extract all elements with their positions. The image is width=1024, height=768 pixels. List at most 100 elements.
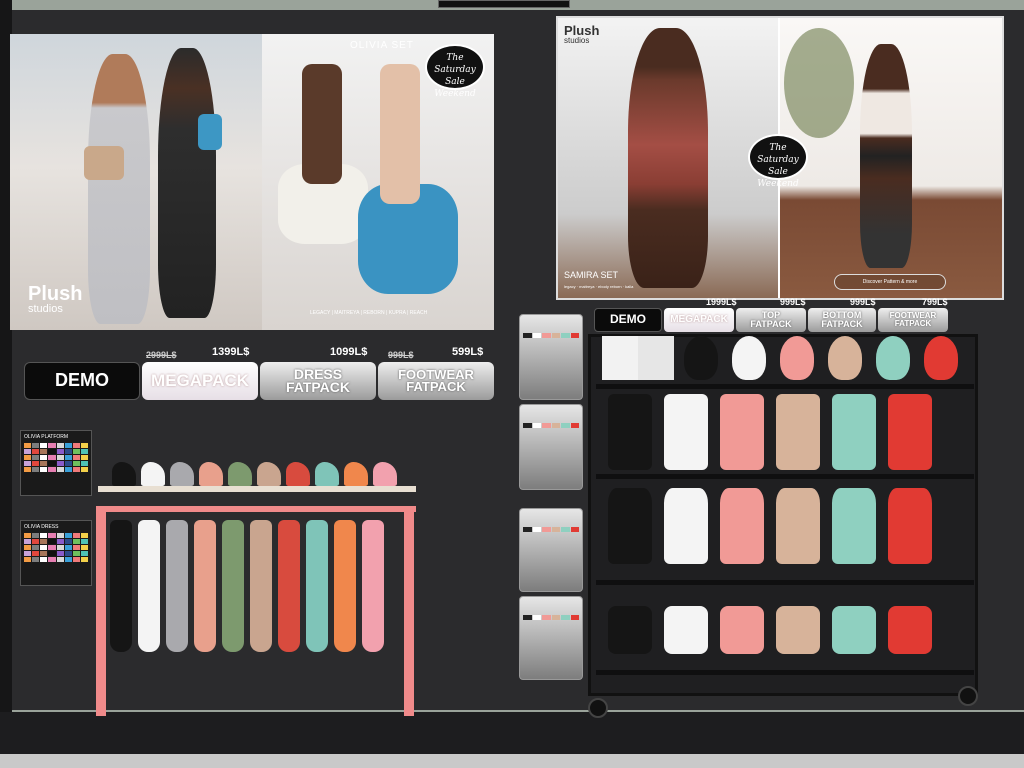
heart-handbag[interactable]	[924, 336, 958, 380]
cabinet-wheel	[588, 698, 608, 718]
samira-top-price: 999L$	[780, 297, 806, 307]
olivia-footwear-fatpack-button[interactable]: FOOTWEAR FATPACK	[378, 362, 494, 400]
swatch-cell	[40, 455, 48, 460]
swatch-cell	[48, 449, 56, 454]
color-hud[interactable]	[519, 596, 583, 680]
olivia-dress-fatpack-button[interactable]: DRESS FATPACK	[260, 362, 376, 400]
olivia-dress[interactable]	[334, 520, 356, 652]
samira-skirt[interactable]	[888, 606, 932, 654]
hud-grid	[523, 615, 579, 620]
samira-mini-poster[interactable]	[602, 336, 674, 380]
samira-skirt[interactable]	[664, 606, 708, 654]
swatch-cell	[32, 455, 40, 460]
swatch-cell	[64, 461, 72, 466]
knee-boot[interactable]	[720, 394, 764, 470]
color-hud[interactable]	[519, 314, 583, 400]
swatch-cell	[64, 443, 72, 448]
samira-megapack-button[interactable]: MEGAPACK	[664, 308, 734, 332]
footwear-old-price: 999L$	[388, 350, 414, 360]
swatch-cell	[24, 455, 32, 460]
cabinet-wheel	[958, 686, 978, 706]
swatch-cell	[48, 545, 56, 550]
heart-handbag[interactable]	[684, 336, 718, 380]
heart-handbag[interactable]	[876, 336, 910, 380]
swatch-cell	[40, 557, 48, 562]
olivia-dress[interactable]	[222, 520, 244, 652]
swatch-cell	[48, 539, 56, 544]
swatch-cell	[24, 461, 32, 466]
heart-handbag[interactable]	[780, 336, 814, 380]
swatch-cell	[48, 551, 56, 556]
hud-grid	[523, 333, 579, 338]
olivia-dress[interactable]	[306, 520, 328, 652]
cabinet-shelf	[596, 670, 974, 675]
swatch-cell	[24, 557, 32, 562]
swatch-cell	[40, 533, 48, 538]
olivia-dress[interactable]	[278, 520, 300, 652]
swatch-cell	[32, 467, 40, 472]
samira-top[interactable]	[608, 488, 652, 564]
samira-top[interactable]	[776, 488, 820, 564]
samira-bottom-fatpack-button[interactable]: BOTTOM FATPACK	[808, 308, 876, 332]
color-hud[interactable]	[519, 404, 583, 490]
olivia-platform-swatch-panel[interactable]: OLIVIA PLATFORM	[20, 430, 92, 496]
swatch-cell	[56, 461, 64, 466]
samira-footwear-fatpack-button[interactable]: FOOTWEAR FATPACK	[878, 308, 948, 332]
swatch-cell	[56, 539, 64, 544]
swatch-cell	[80, 449, 88, 454]
model-figure	[158, 48, 216, 318]
olivia-demo-button[interactable]: DEMO	[24, 362, 140, 400]
swatch-cell	[24, 449, 32, 454]
leg-image	[302, 64, 342, 184]
samira-top-fatpack-button[interactable]: TOP FATPACK	[736, 308, 806, 332]
olivia-dress[interactable]	[194, 520, 216, 652]
swatch-cell	[32, 461, 40, 466]
samira-top[interactable]	[664, 488, 708, 564]
swatch-cell	[64, 449, 72, 454]
plush-studios-logo: Plush studios	[28, 284, 82, 315]
model-figure	[628, 28, 708, 288]
knee-boot[interactable]	[776, 394, 820, 470]
swatch-cell	[64, 551, 72, 556]
heart-handbag[interactable]	[732, 336, 766, 380]
discover-more-button[interactable]: Discover Pattern & more	[834, 274, 946, 290]
swatch-cell	[56, 467, 64, 472]
knee-boot[interactable]	[664, 394, 708, 470]
olivia-dress[interactable]	[362, 520, 384, 652]
olivia-dress[interactable]	[110, 520, 132, 652]
samira-demo-button[interactable]: DEMO	[594, 308, 662, 332]
samira-top[interactable]	[720, 488, 764, 564]
samira-top[interactable]	[832, 488, 876, 564]
knee-boot[interactable]	[608, 394, 652, 470]
swatch-cell	[72, 467, 80, 472]
swatch-cell	[24, 533, 32, 538]
heart-handbag[interactable]	[828, 336, 862, 380]
leg-image	[380, 64, 420, 204]
samira-skirt[interactable]	[608, 606, 652, 654]
olivia-dress-swatch-panel[interactable]: OLIVIA DRESS	[20, 520, 92, 586]
samira-skirt[interactable]	[720, 606, 764, 654]
color-grid	[24, 443, 88, 472]
swatch-cell	[24, 539, 32, 544]
samira-set-poster[interactable]: Plush studios The Saturday Sale Weekend …	[556, 16, 1004, 300]
samira-bottom-price: 999L$	[850, 297, 876, 307]
samira-top[interactable]	[888, 488, 932, 564]
brand-sub: studios	[564, 36, 590, 45]
color-hud[interactable]	[519, 508, 583, 592]
samira-skirt[interactable]	[832, 606, 876, 654]
olivia-dress[interactable]	[138, 520, 160, 652]
knee-boot[interactable]	[888, 394, 932, 470]
swatch-cell	[56, 545, 64, 550]
olivia-set-poster[interactable]: OLIVIA SET The Saturday Sale Weekend Plu…	[10, 34, 494, 330]
olivia-megapack-button[interactable]: MEGAPACK	[142, 362, 258, 400]
model-figure	[860, 44, 912, 268]
olivia-dress[interactable]	[250, 520, 272, 652]
top-sign	[438, 0, 570, 8]
swatch-cell	[64, 455, 72, 460]
olivia-dress[interactable]	[166, 520, 188, 652]
knee-boot[interactable]	[832, 394, 876, 470]
samira-skirt[interactable]	[776, 606, 820, 654]
clothing-rack-rail	[96, 506, 416, 512]
swatch-cell	[80, 539, 88, 544]
cabinet-shelf	[596, 384, 974, 389]
